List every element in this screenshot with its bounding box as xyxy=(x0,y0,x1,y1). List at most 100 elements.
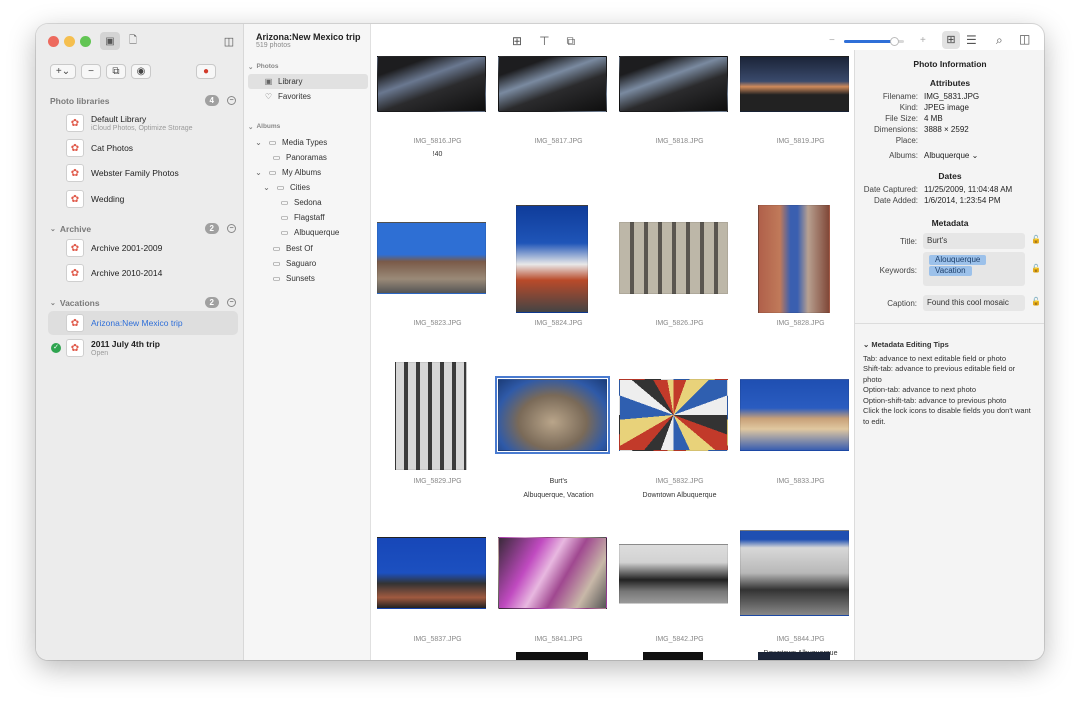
album-sedona[interactable]: ▭ Sedona xyxy=(280,195,322,210)
minimize-window-button[interactable] xyxy=(64,36,75,47)
collapse-vacations-icon[interactable]: − xyxy=(227,298,236,307)
photo-thumbnail[interactable] xyxy=(619,222,728,294)
collapse-libraries-icon[interactable]: − xyxy=(227,96,236,105)
album-panoramas[interactable]: ▭ Panoramas xyxy=(272,150,327,165)
library-item-selected[interactable]: ✿ Arizona:New Mexico trip xyxy=(66,312,183,334)
chevron-down-icon[interactable]: ⌄ xyxy=(863,340,869,349)
caption-field[interactable]: Found this cool mosaic xyxy=(923,295,1025,311)
album-library[interactable]: ▣ Library xyxy=(264,74,303,89)
list-view-icon[interactable]: ☰ xyxy=(966,33,977,47)
album-saguaro[interactable]: ▭ Saguaro xyxy=(272,256,317,271)
library-item[interactable]: ✿ Archive 2010-2014 xyxy=(66,262,162,284)
chevron-down-icon[interactable]: ⌄ xyxy=(254,138,263,147)
remove-button[interactable]: − xyxy=(81,64,101,79)
photo-cell[interactable]: IMG_5833.JPG xyxy=(740,362,861,520)
photo-cell[interactable]: IMG_5817.JPG xyxy=(498,50,619,208)
photo-thumbnail[interactable] xyxy=(377,56,486,112)
album-albuquerque[interactable]: ▭ Albuquerque xyxy=(280,225,340,240)
lock-icon[interactable]: 🔓 xyxy=(1031,264,1041,273)
photo-cell[interactable]: IMG_5832.JPG Downtown Albuquerque xyxy=(619,362,740,520)
photo-thumbnail[interactable] xyxy=(740,530,849,616)
photos-group-header[interactable]: ⌄ Photos xyxy=(248,63,278,71)
photo-thumbnail[interactable] xyxy=(758,652,830,660)
library-item[interactable]: ✿ Webster Family Photos xyxy=(66,162,179,184)
folder-my-albums[interactable]: ⌄ ▭ My Albums xyxy=(254,165,321,180)
album-sunsets[interactable]: ▭ Sunsets xyxy=(272,271,315,286)
status-button[interactable]: ● xyxy=(196,64,216,79)
album-favorites[interactable]: ♡ Favorites xyxy=(264,89,311,104)
lock-icon[interactable]: 🔓 xyxy=(1031,297,1041,306)
photo-thumbnail[interactable] xyxy=(740,56,849,112)
photo-thumbnail[interactable] xyxy=(516,205,588,313)
photo-thumbnail[interactable] xyxy=(643,652,703,660)
photo-cell[interactable]: IMG_5829.JPG xyxy=(377,362,498,520)
keyword-token[interactable]: Vacation xyxy=(929,266,972,276)
photo-thumbnail[interactable] xyxy=(498,56,607,112)
duplicate-button[interactable]: ⧉ xyxy=(106,64,126,79)
photo-cell[interactable]: IMG_5841.JPG xyxy=(498,520,619,660)
photo-thumbnail[interactable] xyxy=(495,376,610,454)
keyword-token[interactable]: Alouquerque xyxy=(929,255,987,265)
albums-popup[interactable]: Albuquerque ⌄ xyxy=(924,150,978,161)
photo-thumbnail[interactable] xyxy=(740,379,849,451)
folder-cities[interactable]: ⌄ ▭ Cities xyxy=(262,180,310,195)
photo-cell[interactable]: IMG_5842.JPG xyxy=(619,520,740,660)
photo-cell[interactable]: IMG_5816.JPG !40 xyxy=(377,50,498,208)
photo-thumbnail[interactable] xyxy=(758,205,830,313)
photo-cell[interactable]: IMG_5826.JPG xyxy=(619,205,740,363)
lock-icon[interactable]: 🔓 xyxy=(1031,235,1041,244)
document-icon[interactable]: 🗋 xyxy=(126,32,140,50)
title-field[interactable]: Burt's xyxy=(923,233,1025,249)
library-item[interactable]: ✿ Cat Photos xyxy=(66,137,133,159)
settings-button[interactable]: ◉ xyxy=(131,64,151,79)
photo-cell[interactable]: IMG_5828.JPG xyxy=(740,205,861,363)
album-best-of[interactable]: ▭ Best Of xyxy=(272,241,313,256)
photo-thumbnail[interactable] xyxy=(377,537,486,609)
library-item[interactable]: ✿ 2011 July 4th trip Open xyxy=(66,337,160,359)
photo-cell-selected[interactable]: Burt's Albuquerque, Vacation xyxy=(495,362,619,520)
photo-cell[interactable]: IMG_5823.JPG xyxy=(377,205,498,363)
zoom-out-icon[interactable]: − xyxy=(829,35,835,46)
section-archive[interactable]: ⌄ Archive 2 − xyxy=(50,223,236,234)
album-flagstaff[interactable]: ▭ Flagstaff xyxy=(280,210,325,225)
albums-group-header[interactable]: ⌄ Albums xyxy=(248,123,280,131)
inspector-toggle-icon[interactable]: ◫ xyxy=(1019,32,1030,46)
add-menu-button[interactable]: +⌄ xyxy=(50,64,76,79)
library-item[interactable]: ✿ Wedding xyxy=(66,188,124,210)
photo-cell[interactable]: IMG_5819.JPG xyxy=(740,50,861,208)
photo-thumbnail[interactable] xyxy=(395,362,467,470)
thumbnail-size-slider[interactable] xyxy=(844,37,904,46)
sidebar-toggle-icon[interactable]: ◫ xyxy=(222,32,236,50)
photo-thumbnail[interactable] xyxy=(619,379,728,451)
photo-thumbnail[interactable] xyxy=(619,544,728,604)
photo-cell[interactable]: IMG_5837.JPG xyxy=(377,520,498,660)
filter-icon[interactable]: ⊤ xyxy=(539,34,549,49)
slider-knob[interactable] xyxy=(890,37,899,46)
photo-thumbnail[interactable] xyxy=(498,537,607,609)
photo-cell[interactable]: IMG_5824.JPG xyxy=(498,205,619,363)
chevron-down-icon[interactable]: ⌄ xyxy=(50,299,56,307)
photo-thumbnail[interactable] xyxy=(516,652,588,660)
photo-thumbnail[interactable] xyxy=(619,56,728,112)
folder-media-types[interactable]: ⌄ ▭ Media Types xyxy=(254,135,327,150)
section-vacations[interactable]: ⌄ Vacations 2 − xyxy=(50,297,236,308)
albums-row[interactable]: Albums: Albuquerque ⌄ xyxy=(855,150,1044,161)
chevron-down-icon[interactable]: ⌄ xyxy=(254,168,263,177)
chevron-down-icon[interactable]: ⌄ xyxy=(262,183,271,192)
zoom-in-icon[interactable]: + xyxy=(920,35,926,46)
library-item[interactable]: ✿ Archive 2001-2009 xyxy=(66,237,162,259)
photo-cell[interactable]: IMG_5818.JPG xyxy=(619,50,740,208)
grid-view-icon[interactable]: ⊞ xyxy=(942,31,960,49)
chevron-down-icon[interactable]: ⌄ xyxy=(50,225,56,233)
library-view-icon[interactable]: ▣ xyxy=(100,32,120,50)
close-window-button[interactable] xyxy=(48,36,59,47)
scan-icon[interactable]: ⊞ xyxy=(512,34,522,49)
photo-cell[interactable]: IMG_5844.JPG Downtown Albuquerque xyxy=(740,520,861,660)
collapse-archive-icon[interactable]: − xyxy=(227,224,236,233)
keywords-field[interactable]: Alouquerque Vacation xyxy=(923,252,1025,286)
compare-icon[interactable]: ⧉ xyxy=(567,34,576,49)
zoom-window-button[interactable] xyxy=(80,36,91,47)
photo-thumbnail[interactable] xyxy=(377,222,486,294)
library-item[interactable]: ✿ Default Library iCloud Photos, Optimize… xyxy=(66,112,193,134)
search-icon[interactable]: ⌕ xyxy=(996,33,1003,48)
